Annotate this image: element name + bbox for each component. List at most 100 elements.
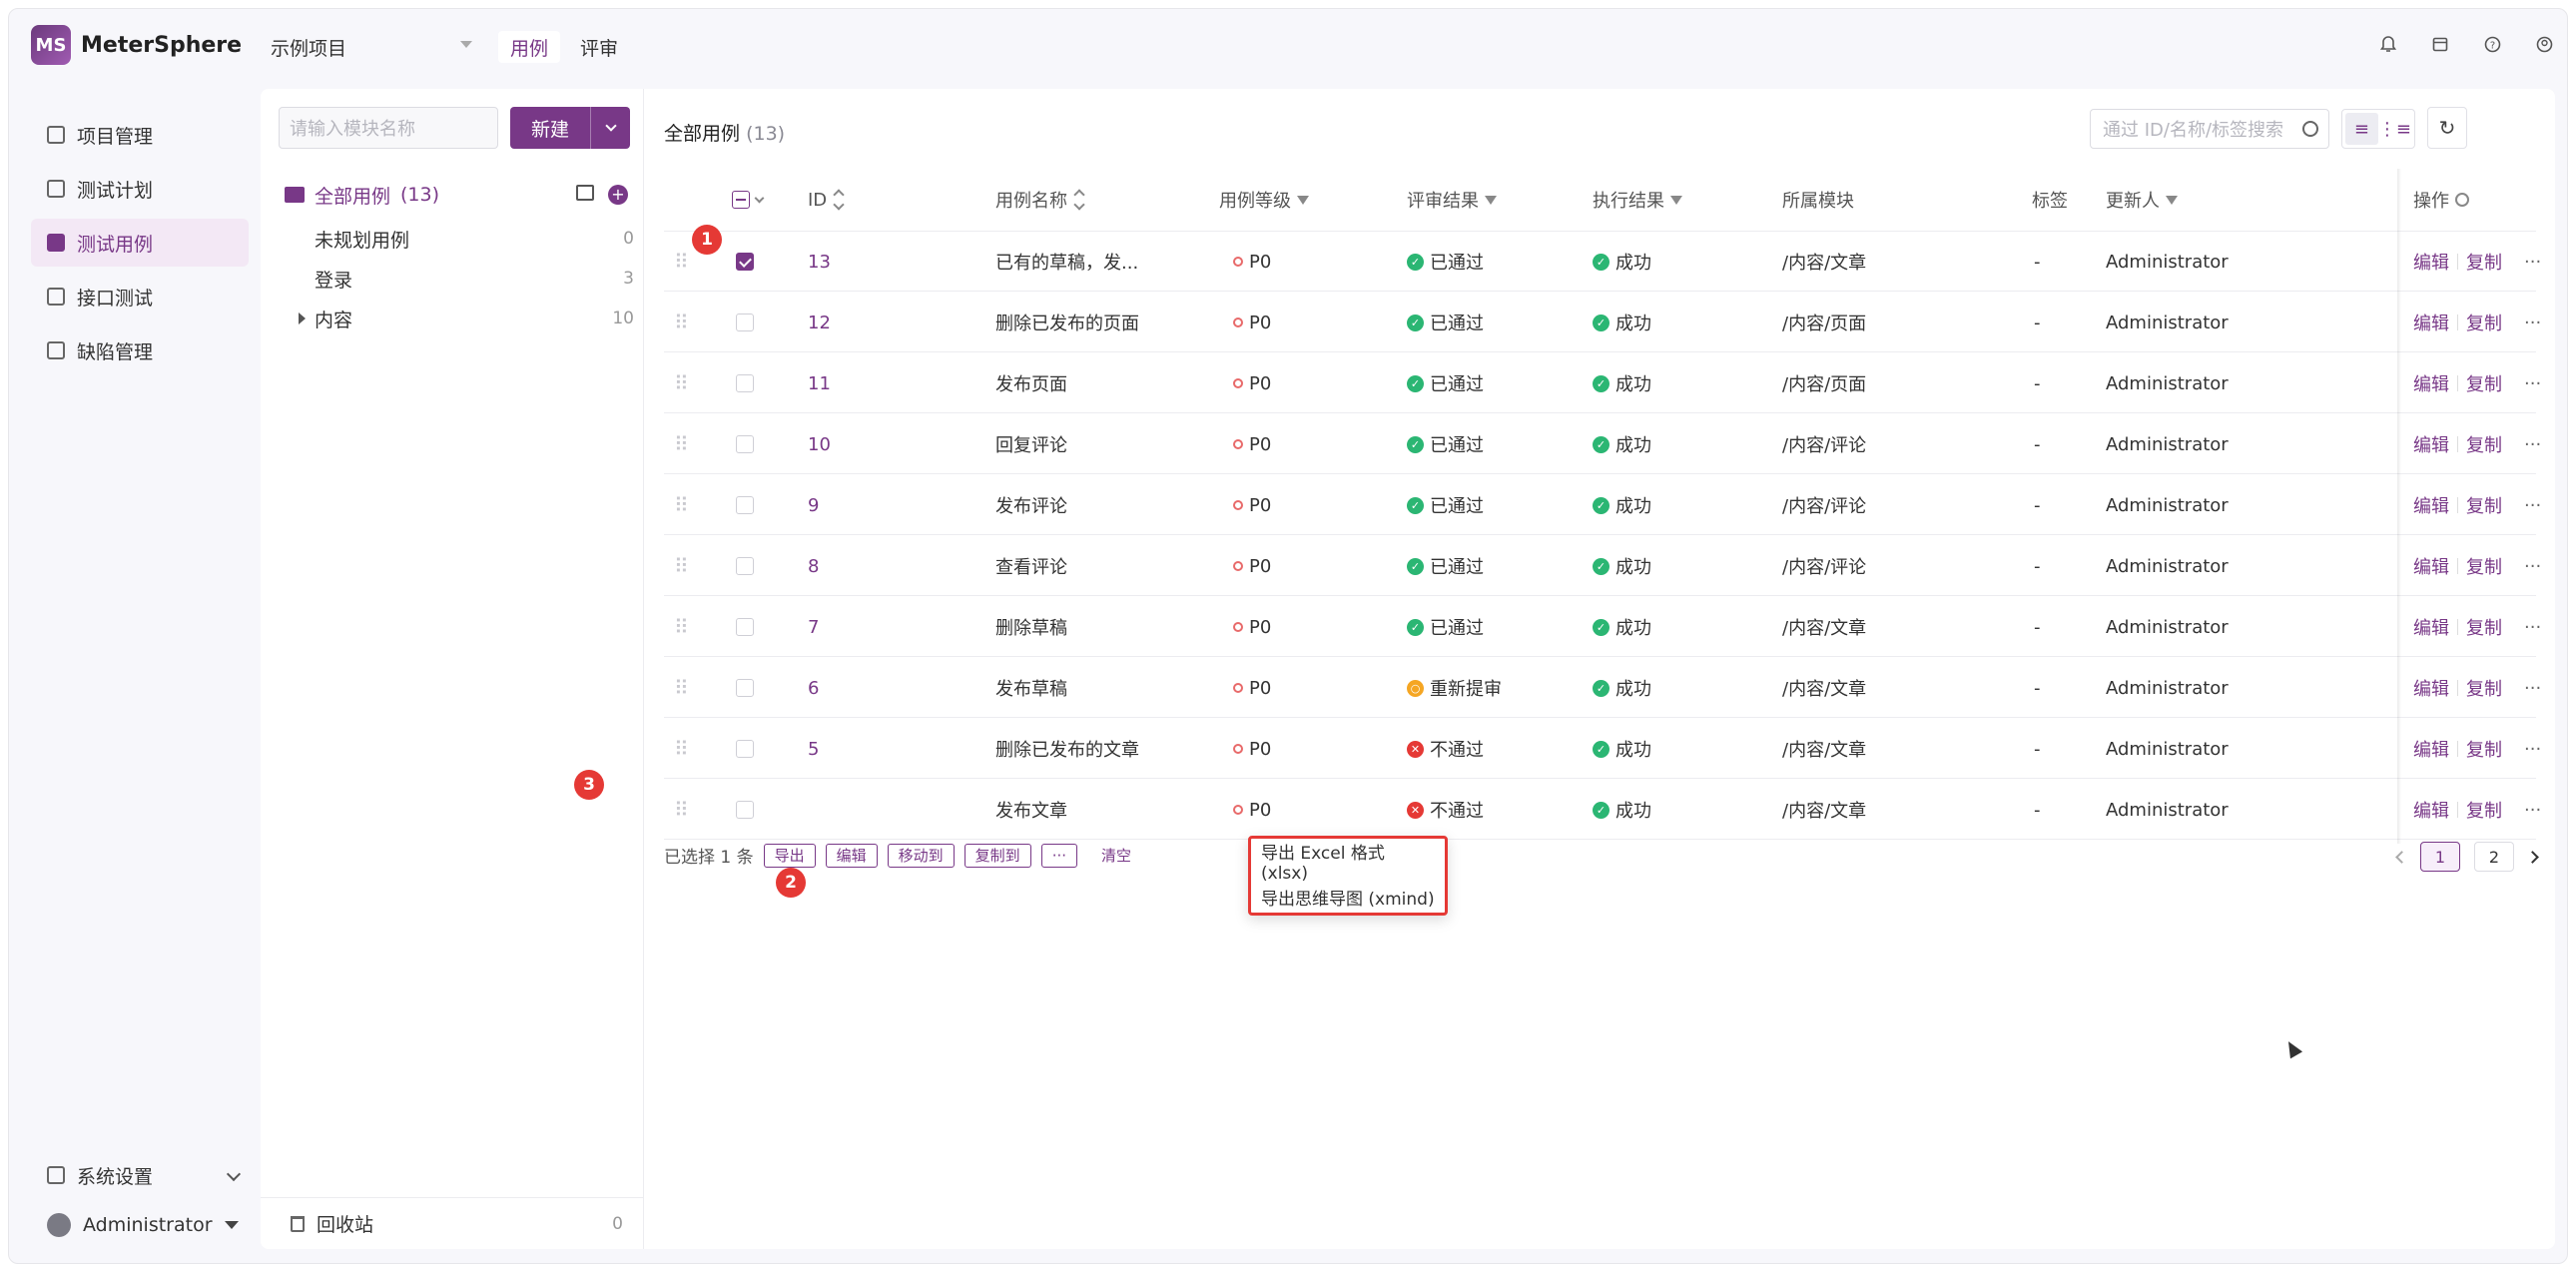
export-excel-item[interactable]: 导出 Excel 格式 (xlsx) bbox=[1261, 843, 1435, 884]
user-menu[interactable]: Administrator bbox=[31, 1205, 249, 1245]
column-header-exec[interactable]: 执行结果 bbox=[1593, 169, 1682, 231]
table-row[interactable]: ⠿ 发布文章 P0 ✕ 不通过 ✓ 成功/内容/文章 - Administrator 编辑 复制 ··… bbox=[664, 780, 2541, 840]
module-search-input[interactable]: 请输入模块名称 bbox=[279, 107, 498, 149]
sidebar-item-project[interactable]: 项目管理 bbox=[31, 111, 249, 159]
calendar-icon[interactable] bbox=[2431, 35, 2449, 53]
case-id-link[interactable]: 8 bbox=[808, 536, 819, 596]
row-checkbox[interactable] bbox=[736, 353, 754, 413]
drag-handle-icon[interactable]: ⠿ bbox=[674, 475, 689, 535]
column-header-level[interactable]: 用例等级 bbox=[1219, 169, 1309, 231]
edit-link[interactable]: 编辑 bbox=[2413, 249, 2449, 275]
sidebar-item-test-case[interactable]: 测试用例 bbox=[31, 219, 249, 267]
tab-case[interactable]: 用例 bbox=[498, 31, 561, 63]
table-row[interactable]: ⠿ 6 发布草稿 P0 ○ 重新提审 ✓ 成功/内容/文章 - Administrator 编辑 复制… bbox=[664, 658, 2541, 718]
tree-root-all-cases[interactable]: 全部用例 (13) + bbox=[285, 177, 628, 213]
row-checkbox[interactable] bbox=[736, 475, 754, 535]
table-row[interactable]: ⠿ 11 发布页面 P0 ✓ 已通过 ✓ 成功/内容/页面 - Administrator 编辑 复制… bbox=[664, 353, 2541, 413]
case-name[interactable]: 删除已发布的页面 bbox=[995, 293, 1139, 352]
filter-icon[interactable] bbox=[1485, 195, 1497, 205]
next-page-icon[interactable] bbox=[2526, 850, 2539, 864]
copy-link[interactable]: 复制 bbox=[2466, 797, 2502, 823]
case-id-link[interactable]: 12 bbox=[808, 293, 831, 352]
more-icon[interactable]: ··· bbox=[2524, 252, 2541, 273]
case-name[interactable]: 发布草稿 bbox=[995, 658, 1067, 718]
case-name[interactable]: 发布文章 bbox=[995, 780, 1067, 840]
more-icon[interactable]: ··· bbox=[2524, 313, 2541, 333]
drag-handle-icon[interactable]: ⠿ bbox=[674, 232, 689, 292]
drag-handle-icon[interactable]: ⠿ bbox=[674, 780, 689, 840]
bell-icon[interactable] bbox=[2379, 35, 2397, 53]
drag-handle-icon[interactable]: ⠿ bbox=[674, 414, 689, 474]
more-icon[interactable]: ··· bbox=[2524, 373, 2541, 394]
copy-link[interactable]: 复制 bbox=[2466, 370, 2502, 396]
move-to-button[interactable]: 移动到 bbox=[887, 843, 955, 868]
case-name[interactable]: 已有的草稿，发... bbox=[995, 232, 1138, 292]
table-row[interactable]: ⠿ 12 删除已发布的页面 P0 ✓ 已通过 ✓ 成功/内容/页面 - Administrator… bbox=[664, 293, 2541, 352]
add-folder-icon[interactable] bbox=[576, 185, 594, 201]
project-select[interactable]: 示例项目 bbox=[271, 31, 480, 63]
more-icon[interactable]: ··· bbox=[2524, 495, 2541, 516]
case-id-link[interactable]: 5 bbox=[808, 719, 819, 779]
copy-link[interactable]: 复制 bbox=[2466, 675, 2502, 701]
more-actions-button[interactable]: ··· bbox=[1040, 843, 1077, 868]
page-2-button[interactable]: 2 bbox=[2474, 842, 2514, 872]
case-id-link[interactable]: 11 bbox=[808, 353, 831, 413]
table-row[interactable]: ⠿ 10 回复评论 P0 ✓ 已通过 ✓ 成功/内容/评论 - Administrator 编辑 复制… bbox=[664, 414, 2541, 474]
table-row[interactable]: ⠿ 7 删除草稿 P0 ✓ 已通过 ✓ 成功/内容/文章 - Administrator 编辑 复制 ·… bbox=[664, 597, 2541, 657]
prev-page-icon[interactable] bbox=[2395, 850, 2408, 864]
case-search-input[interactable]: 通过 ID/名称/标签搜索 bbox=[2090, 109, 2329, 149]
tree-node-unplanned[interactable]: 未规划用例 0 bbox=[315, 221, 634, 257]
case-name[interactable]: 发布评论 bbox=[995, 475, 1067, 535]
column-header-id[interactable]: ID bbox=[808, 169, 845, 231]
drag-handle-icon[interactable]: ⠿ bbox=[674, 536, 689, 596]
case-name[interactable]: 查看评论 bbox=[995, 536, 1067, 596]
batch-edit-button[interactable]: 编辑 bbox=[825, 843, 878, 868]
table-row[interactable]: ⠿ 5 删除已发布的文章 P0 ✕ 不通过 ✓ 成功/内容/文章 - Administrator 编… bbox=[664, 719, 2541, 779]
sidebar-item-bug[interactable]: 缺陷管理 bbox=[31, 326, 249, 374]
help-icon[interactable]: ? bbox=[2483, 35, 2501, 53]
expand-arrow-icon[interactable] bbox=[299, 313, 306, 324]
edit-link[interactable]: 编辑 bbox=[2413, 675, 2449, 701]
table-row[interactable]: ⠿ 9 发布评论 P0 ✓ 已通过 ✓ 成功/内容/评论 - Administrator 编辑 复制 ·… bbox=[664, 475, 2541, 535]
edit-link[interactable]: 编辑 bbox=[2413, 553, 2449, 579]
user-circle-icon[interactable] bbox=[2535, 35, 2553, 53]
copy-link[interactable]: 复制 bbox=[2466, 736, 2502, 762]
edit-link[interactable]: 编辑 bbox=[2413, 310, 2449, 335]
drag-handle-icon[interactable]: ⠿ bbox=[674, 658, 689, 718]
drag-handle-icon[interactable]: ⠿ bbox=[674, 597, 689, 657]
edit-link[interactable]: 编辑 bbox=[2413, 614, 2449, 640]
copy-to-button[interactable]: 复制到 bbox=[964, 843, 1031, 868]
export-button[interactable]: 导出 bbox=[763, 843, 816, 868]
row-checkbox[interactable] bbox=[736, 597, 754, 657]
column-header-ops[interactable]: 操作 bbox=[2413, 169, 2469, 231]
filter-icon[interactable] bbox=[1297, 195, 1309, 205]
row-checkbox[interactable] bbox=[736, 293, 754, 352]
clear-selection-link[interactable]: 清空 bbox=[1101, 845, 1131, 866]
copy-link[interactable]: 复制 bbox=[2466, 431, 2502, 457]
column-header-review[interactable]: 评审结果 bbox=[1407, 169, 1497, 231]
column-header-updater[interactable]: 更新人 bbox=[2106, 169, 2178, 231]
drag-handle-icon[interactable]: ⠿ bbox=[674, 293, 689, 352]
row-checkbox[interactable] bbox=[736, 658, 754, 718]
column-header-name[interactable]: 用例名称 bbox=[995, 169, 1085, 231]
case-id-link[interactable]: 13 bbox=[808, 232, 831, 292]
edit-link[interactable]: 编辑 bbox=[2413, 370, 2449, 396]
row-checkbox[interactable] bbox=[736, 780, 754, 840]
row-checkbox[interactable] bbox=[736, 719, 754, 779]
edit-link[interactable]: 编辑 bbox=[2413, 431, 2449, 457]
copy-link[interactable]: 复制 bbox=[2466, 492, 2502, 518]
page-1-button[interactable]: 1 bbox=[2420, 842, 2460, 872]
tree-node-content[interactable]: 内容 10 bbox=[299, 301, 634, 336]
more-icon[interactable]: ··· bbox=[2524, 739, 2541, 760]
table-row[interactable]: ⠿ 8 查看评论 P0 ✓ 已通过 ✓ 成功/内容/评论 - Administrator 编辑 复制 ·… bbox=[664, 536, 2541, 596]
case-id-link[interactable]: 9 bbox=[808, 475, 819, 535]
drag-handle-icon[interactable]: ⠿ bbox=[674, 719, 689, 779]
row-checkbox[interactable] bbox=[736, 232, 754, 292]
tab-review[interactable]: 评审 bbox=[568, 31, 630, 63]
logo[interactable]: MS MeterSphere bbox=[31, 25, 242, 65]
more-icon[interactable]: ··· bbox=[2524, 556, 2541, 577]
sidebar-item-test-plan[interactable]: 测试计划 bbox=[31, 165, 249, 213]
select-all-checkbox[interactable] bbox=[732, 169, 765, 231]
row-checkbox[interactable] bbox=[736, 414, 754, 474]
sidebar-item-api-test[interactable]: 接口测试 bbox=[31, 273, 249, 320]
